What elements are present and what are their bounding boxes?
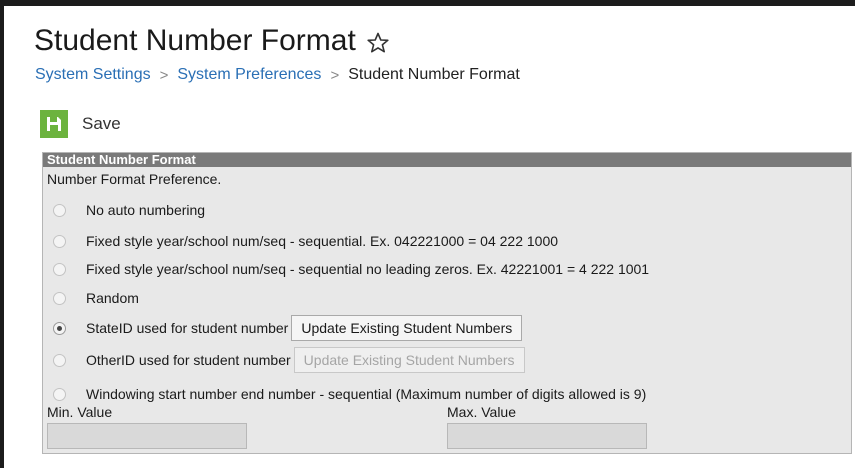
min-value-input[interactable] bbox=[47, 423, 247, 449]
max-value-input[interactable] bbox=[447, 423, 647, 449]
radio-fixed-style-no-zeros[interactable] bbox=[53, 262, 66, 276]
breadcrumb-current: Student Number Format bbox=[348, 66, 520, 83]
update-existing-student-numbers-button[interactable]: Update Existing Student Numbers bbox=[291, 315, 523, 341]
option-fixed-style-no-zeros[interactable]: Fixed style year/school num/seq - sequen… bbox=[53, 261, 649, 277]
option-no-auto-numbering[interactable]: No auto numbering bbox=[53, 202, 205, 218]
panel-description: Number Format Preference. bbox=[47, 171, 222, 187]
option-label: StateID used for student number bbox=[86, 320, 289, 336]
student-number-format-panel: Student Number Format Number Format Pref… bbox=[42, 152, 852, 454]
option-label: Fixed style year/school num/seq - sequen… bbox=[86, 261, 650, 277]
option-label: Windowing start number end number - sequ… bbox=[86, 386, 647, 402]
breadcrumb-separator: > bbox=[330, 66, 340, 84]
breadcrumb-system-preferences[interactable]: System Preferences bbox=[177, 66, 321, 84]
save-button[interactable]: Save bbox=[40, 110, 121, 138]
page-title: Student Number Format bbox=[34, 24, 356, 57]
radio-windowing[interactable] bbox=[53, 387, 66, 401]
radio-otherid[interactable] bbox=[53, 353, 66, 367]
option-label: Fixed style year/school num/seq - sequen… bbox=[86, 233, 559, 249]
option-label: No auto numbering bbox=[86, 202, 206, 218]
panel-header: Student Number Format bbox=[43, 153, 851, 167]
radio-no-auto-numbering[interactable] bbox=[53, 203, 66, 217]
option-label: Random bbox=[86, 290, 139, 306]
star-icon[interactable] bbox=[366, 29, 390, 53]
option-label: OtherID used for student number bbox=[86, 352, 291, 368]
radio-stateid[interactable] bbox=[53, 321, 66, 335]
option-otherid[interactable]: OtherID used for student number Update E… bbox=[53, 347, 525, 373]
option-random[interactable]: Random bbox=[53, 290, 139, 306]
radio-fixed-style[interactable] bbox=[53, 234, 66, 248]
radio-random[interactable] bbox=[53, 291, 66, 305]
floppy-disk-icon bbox=[40, 110, 68, 138]
breadcrumb-separator: > bbox=[159, 66, 169, 84]
page-title-row: Student Number Format bbox=[34, 24, 390, 58]
update-existing-student-numbers-button-disabled: Update Existing Student Numbers bbox=[293, 347, 525, 373]
breadcrumb-system-settings[interactable]: System Settings bbox=[35, 66, 151, 84]
option-stateid[interactable]: StateID used for student number Update E… bbox=[53, 315, 523, 341]
min-value-label: Min. Value bbox=[47, 404, 113, 420]
max-value-label: Max. Value bbox=[447, 404, 516, 420]
option-windowing[interactable]: Windowing start number end number - sequ… bbox=[53, 386, 646, 402]
save-label: Save bbox=[82, 114, 121, 133]
option-fixed-style[interactable]: Fixed style year/school num/seq - sequen… bbox=[53, 233, 558, 249]
breadcrumb: System Settings > System Preferences > S… bbox=[35, 66, 520, 84]
